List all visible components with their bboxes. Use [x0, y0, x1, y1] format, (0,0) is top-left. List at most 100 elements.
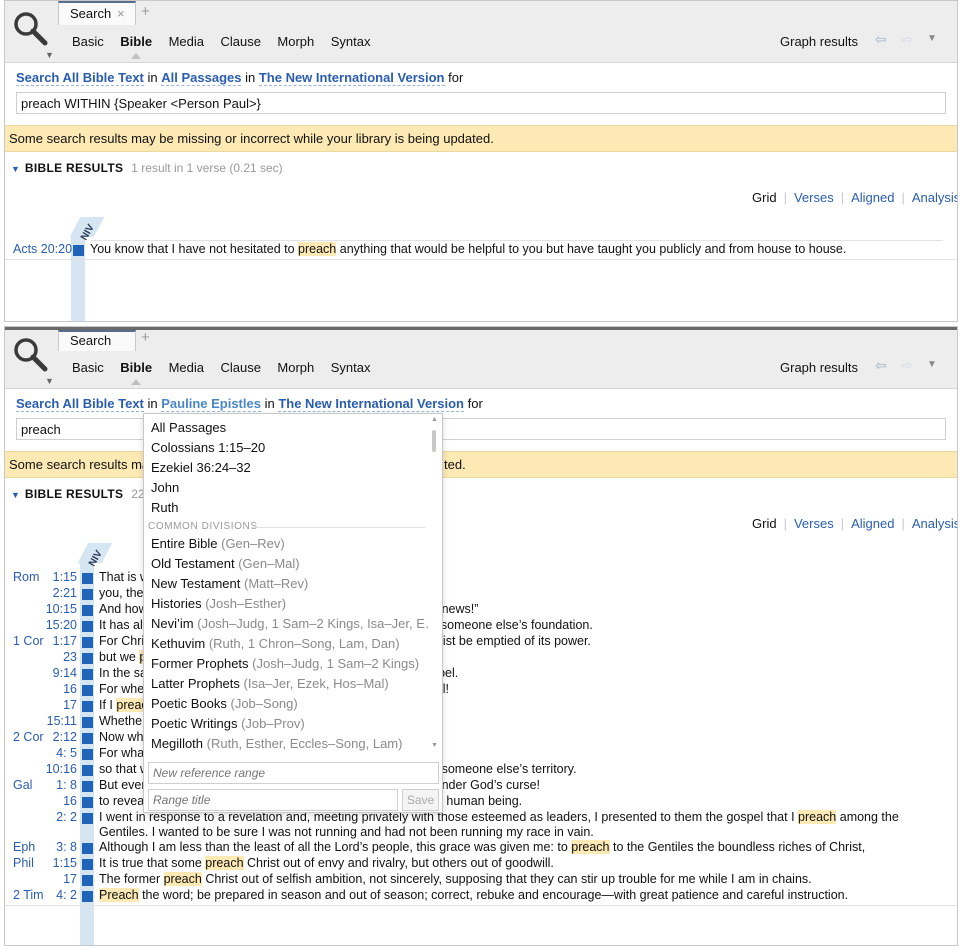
search-magnifier-icon[interactable]: [11, 335, 51, 375]
subtab-morph[interactable]: Morph: [277, 360, 314, 375]
graph-results-button[interactable]: Graph results: [780, 34, 858, 49]
close-icon[interactable]: ×: [117, 6, 125, 21]
view-grid[interactable]: Grid: [752, 190, 777, 205]
subtab-basic[interactable]: Basic: [72, 360, 104, 375]
view-analysis[interactable]: Analysis: [912, 516, 957, 531]
view-verses[interactable]: Verses: [794, 190, 834, 205]
division-option[interactable]: Nevi’im (Josh–Judg, 1 Sam–2 Kings, Isa–J…: [144, 614, 429, 634]
table-row[interactable]: Eph 3: 8 Although I am less than the least…: [5, 840, 957, 856]
view-analysis[interactable]: Analysis: [912, 190, 957, 205]
passage-option[interactable]: Ruth: [144, 498, 429, 518]
subtab-syntax[interactable]: Syntax: [331, 34, 371, 49]
division-option[interactable]: Poetic Writings (Job–Prov): [144, 714, 429, 734]
view-verses[interactable]: Verses: [794, 516, 834, 531]
verse-marker: [73, 245, 84, 256]
table-row[interactable]: 2 Tim 4: 2 Preach the word; be prepared in…: [5, 888, 957, 904]
chapter-verse[interactable]: 10:15: [31, 602, 77, 616]
passages-link[interactable]: All Passages: [161, 70, 242, 86]
chapter-verse[interactable]: 10:16: [31, 762, 77, 776]
chapter-verse[interactable]: 2:21: [31, 586, 77, 600]
chapter-verse[interactable]: 16: [31, 682, 77, 696]
division-option[interactable]: Former Prophets (Josh–Judg, 1 Sam–2 King…: [144, 654, 429, 674]
passage-option[interactable]: Colossians 1:15–20: [144, 438, 429, 458]
subtab-media[interactable]: Media: [169, 360, 204, 375]
subtab-clause[interactable]: Clause: [220, 34, 260, 49]
scrollbar-thumb[interactable]: [432, 430, 436, 452]
version-link[interactable]: The New International Version: [258, 70, 445, 86]
chevron-down-icon[interactable]: ▼: [45, 376, 54, 386]
view-aligned[interactable]: Aligned: [851, 190, 894, 205]
chapter-verse[interactable]: 3: 8: [31, 840, 77, 854]
subtab-bible[interactable]: Bible: [120, 34, 152, 59]
scroll-up-icon[interactable]: ▲: [431, 416, 438, 423]
chapter-verse[interactable]: 4: 5: [31, 746, 77, 760]
chapter-verse[interactable]: 1:17: [31, 634, 77, 648]
disclosure-triangle-icon[interactable]: ▼: [11, 490, 20, 500]
subtab-clause[interactable]: Clause: [220, 360, 260, 375]
division-option[interactable]: Kethuvim (Ruth, 1 Chron–Song, Lam, Dan): [144, 634, 429, 654]
passages-link[interactable]: Pauline Epistles: [161, 396, 261, 412]
chapter-verse[interactable]: 1:15: [31, 856, 77, 870]
passage-option[interactable]: Ezekiel 36:24–32: [144, 458, 429, 478]
subtab-morph[interactable]: Morph: [277, 34, 314, 49]
add-tab-icon[interactable]: +: [141, 329, 150, 346]
chapter-verse[interactable]: 15:11: [31, 714, 77, 728]
chapter-verse[interactable]: 23: [31, 650, 77, 664]
range-title-input[interactable]: [148, 789, 398, 811]
division-option[interactable]: Entire Bible (Gen–Rev): [144, 534, 429, 554]
chapter-verse[interactable]: 17: [31, 698, 77, 712]
results-header[interactable]: ▼BIBLE RESULTS22 res: [11, 487, 165, 501]
tab-search[interactable]: Search: [58, 330, 136, 351]
division-option[interactable]: Old Testament (Gen–Mal): [144, 554, 429, 574]
chapter-verse[interactable]: 15:20: [31, 618, 77, 632]
chapter-verse[interactable]: 2:12: [31, 730, 77, 744]
book-name[interactable]: Gal: [13, 778, 32, 792]
division-option[interactable]: Megilloth (Ruth, Esther, Eccles–Song, La…: [144, 734, 429, 754]
chapter-verse[interactable]: 1: 8: [31, 778, 77, 792]
tab-search[interactable]: Search ×: [58, 1, 136, 25]
subtab-basic[interactable]: Basic: [72, 34, 104, 49]
table-row[interactable]: Acts 20:20 You know that I have not hesi…: [5, 242, 957, 258]
search-query-input[interactable]: [16, 92, 946, 114]
view-grid[interactable]: Grid: [752, 516, 777, 531]
add-tab-icon[interactable]: +: [141, 3, 150, 20]
chapter-verse[interactable]: 16: [31, 794, 77, 808]
verse-reference[interactable]: Acts 20:20: [13, 242, 72, 256]
division-option[interactable]: Histories (Josh–Esther): [144, 594, 429, 614]
chevron-down-icon[interactable]: ▼: [45, 50, 54, 60]
version-link[interactable]: The New International Version: [278, 396, 464, 412]
dropdown-arrow-icon[interactable]: ▼: [927, 359, 937, 370]
new-reference-range-input[interactable]: [148, 762, 439, 784]
chapter-verse[interactable]: 4: 2: [31, 888, 77, 902]
chapter-verse[interactable]: 17: [31, 872, 77, 886]
table-row[interactable]: Phil 1:15 It is true that some preach Chri…: [5, 856, 957, 872]
back-arrow-icon[interactable]: ⇦: [875, 357, 887, 374]
division-option[interactable]: Poetic Books (Job–Song): [144, 694, 429, 714]
disclosure-triangle-icon[interactable]: ▼: [11, 164, 20, 174]
search-type-link[interactable]: Search All Bible Text: [16, 70, 144, 86]
chapter-verse[interactable]: 9:14: [31, 666, 77, 680]
division-option[interactable]: New Testament (Matt–Rev): [144, 574, 429, 594]
view-aligned[interactable]: Aligned: [851, 516, 894, 531]
table-row[interactable]: 2: 2 I went in response to a revelation a…: [5, 810, 957, 840]
dropdown-arrow-icon[interactable]: ▼: [927, 33, 937, 44]
forward-arrow-icon[interactable]: ⇨: [901, 357, 913, 374]
forward-arrow-icon[interactable]: ⇨: [901, 31, 913, 48]
division-option[interactable]: Latter Prophets (Isa–Jer, Ezek, Hos–Mal): [144, 674, 429, 694]
table-row[interactable]: 17 The former preach Christ out of selfis…: [5, 872, 957, 888]
subtab-bible[interactable]: Bible: [120, 360, 152, 385]
chapter-verse[interactable]: 2: 2: [31, 810, 77, 824]
search-magnifier-icon[interactable]: [11, 9, 51, 49]
subtab-syntax[interactable]: Syntax: [331, 360, 371, 375]
back-arrow-icon[interactable]: ⇦: [875, 31, 887, 48]
save-button[interactable]: Save: [402, 789, 439, 811]
search-type-link[interactable]: Search All Bible Text: [16, 396, 144, 412]
chapter-verse[interactable]: 1:15: [31, 570, 77, 584]
passage-option[interactable]: All Passages: [144, 418, 429, 438]
passage-option[interactable]: John: [144, 478, 429, 498]
graph-results-button[interactable]: Graph results: [780, 360, 858, 375]
results-header[interactable]: ▼ BIBLE RESULTS 1 result in 1 verse (0.21 …: [11, 161, 283, 175]
scroll-down-icon[interactable]: ▼: [431, 742, 438, 749]
subtab-media[interactable]: Media: [169, 34, 204, 49]
verse-text: It is true that some preach Christ out o…: [99, 856, 554, 870]
